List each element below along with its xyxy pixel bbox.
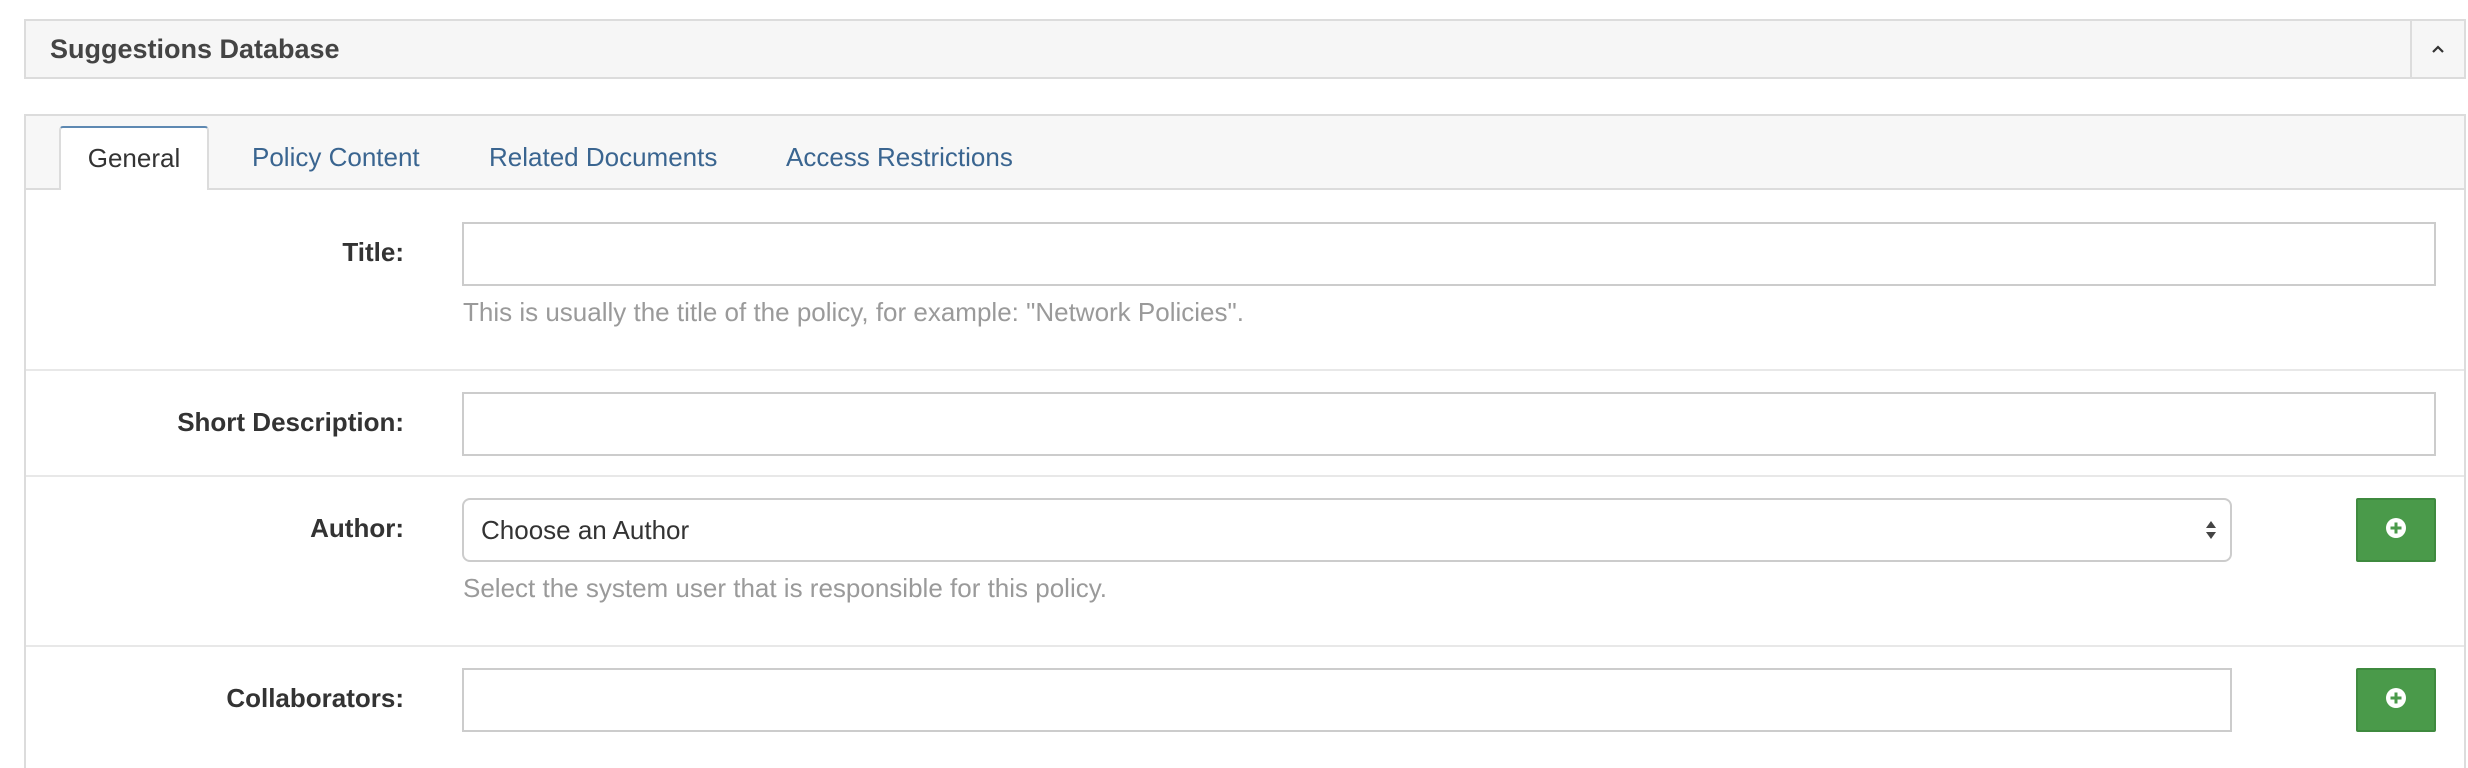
tab-general[interactable]: General	[59, 126, 209, 190]
policy-form-panel: General Policy Content Related Documents…	[24, 114, 2466, 768]
plus-circle-icon	[2385, 517, 2407, 544]
author-select[interactable]: Choose an Author	[462, 498, 2232, 562]
author-help-text: Select the system user that is responsib…	[463, 573, 1108, 603]
add-author-button[interactable]	[2356, 498, 2436, 562]
row-divider	[26, 369, 2464, 371]
collaborators-label: Collaborators:	[226, 683, 404, 713]
page: Suggestions Database General Policy Cont…	[0, 0, 2468, 768]
select-arrows-icon	[2204, 518, 2218, 542]
title-label: Title:	[342, 237, 404, 267]
collapse-button[interactable]	[2410, 21, 2464, 77]
author-select-value: Choose an Author	[481, 515, 690, 545]
title-input[interactable]	[462, 222, 2436, 286]
section-title: Suggestions Database	[50, 34, 340, 64]
collaborators-input[interactable]	[462, 668, 2232, 732]
title-help-text: This is usually the title of the policy,…	[463, 297, 1244, 327]
short-description-input[interactable]	[462, 392, 2436, 456]
section-header: Suggestions Database	[24, 19, 2466, 79]
short-description-label: Short Description:	[177, 407, 404, 437]
author-label: Author:	[310, 513, 404, 543]
add-collaborator-button[interactable]	[2356, 668, 2436, 732]
tab-policy-content[interactable]: Policy Content	[252, 126, 420, 188]
plus-circle-icon	[2385, 687, 2407, 714]
row-divider	[26, 475, 2464, 477]
tab-bar: General Policy Content Related Documents…	[26, 116, 2464, 190]
row-divider	[26, 645, 2464, 647]
tab-access-restrictions[interactable]: Access Restrictions	[786, 126, 1013, 188]
chevron-up-icon	[2431, 44, 2445, 54]
tab-related-documents[interactable]: Related Documents	[489, 126, 717, 188]
